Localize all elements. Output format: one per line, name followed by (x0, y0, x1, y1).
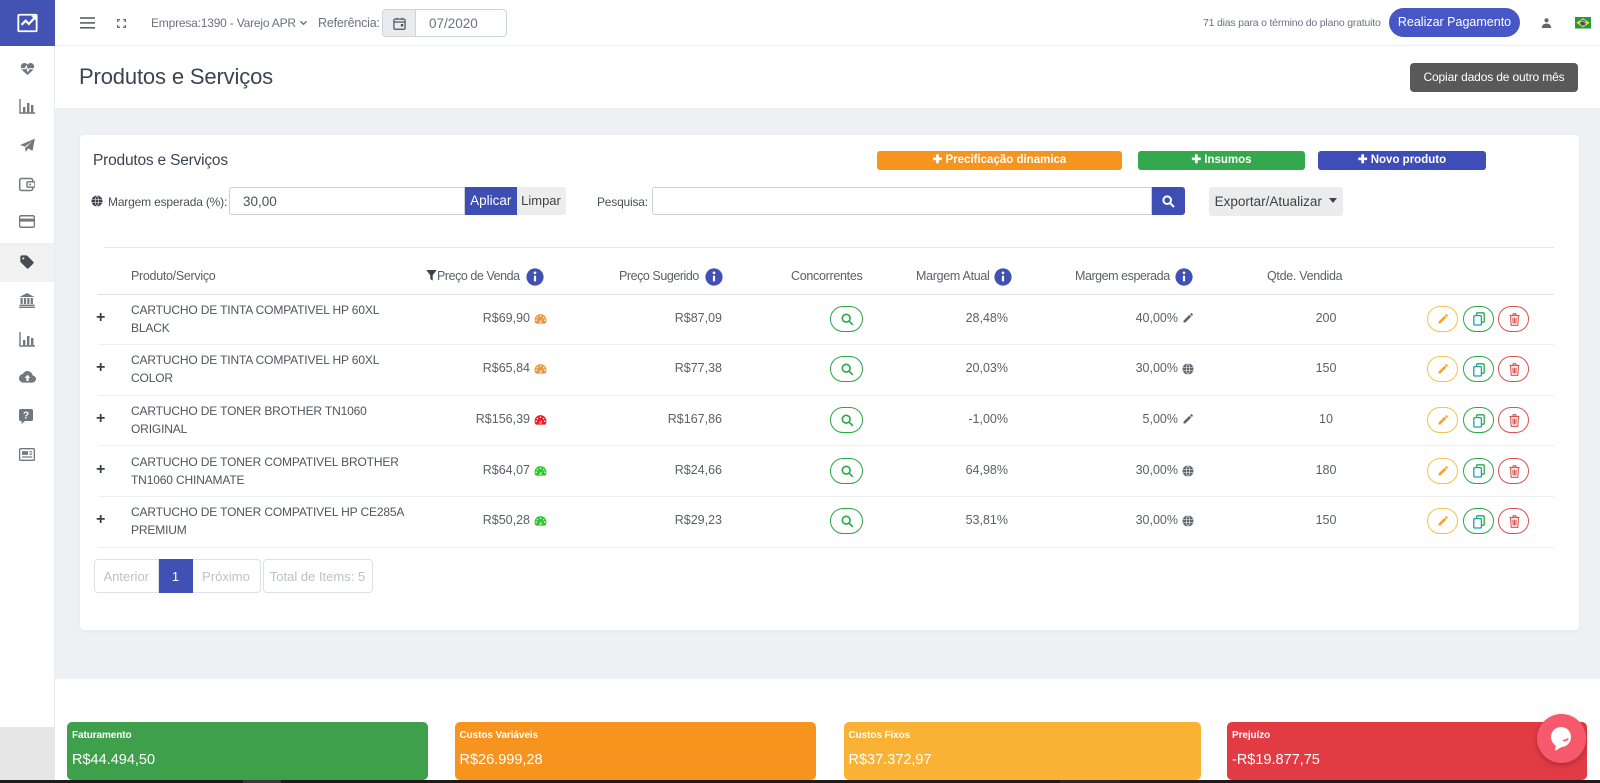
svg-text:?: ? (23, 410, 29, 421)
